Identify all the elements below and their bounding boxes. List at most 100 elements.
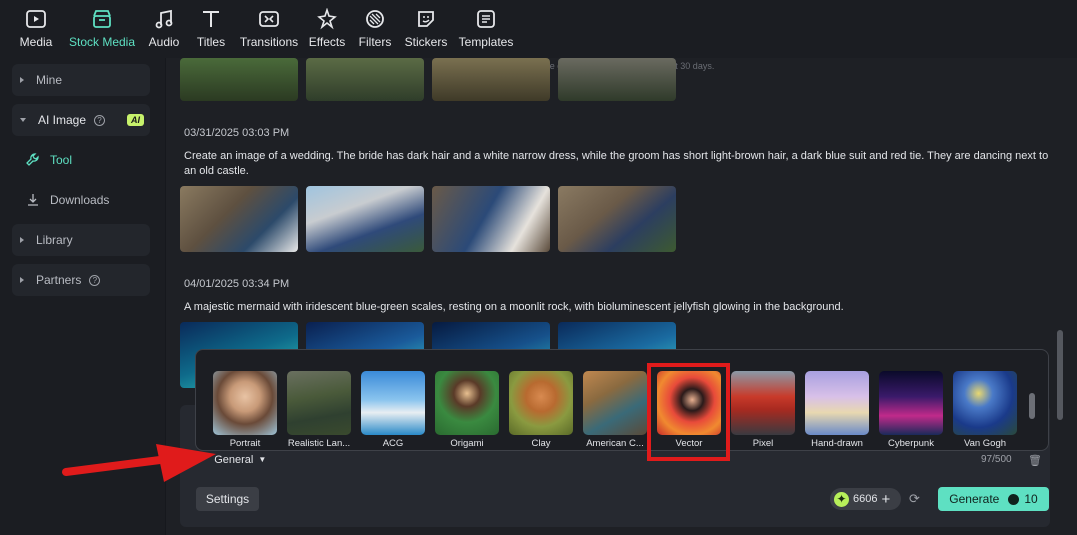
media-icon [26,10,46,28]
credit-coin-icon: ✦ [834,491,849,507]
sidebar-item-mine[interactable]: Mine [12,64,150,96]
toolbar-stickers-label: Stickers [404,35,448,49]
result-thumbnail[interactable] [558,186,676,252]
record-date: 04/01/2025 03:34 PM [184,278,290,290]
style-thumbnail [583,371,647,435]
style-thumbnail [435,371,499,435]
generate-button[interactable]: Generate 10 [938,487,1049,511]
filters-icon [366,10,384,28]
style-thumbnail [213,371,277,435]
credit-icon [1008,493,1020,505]
style-card-van-gogh[interactable]: Van Gogh [953,371,1017,449]
sidebar-item-label: Partners [36,273,82,287]
sidebar-item-ai-image[interactable]: AI Image ? AI [12,104,150,136]
sidebar-item-label: Library [36,233,73,247]
help-icon[interactable]: ? [94,114,106,126]
plus-icon: + [881,490,891,508]
sidebar-item-label: AI Image [38,113,87,127]
style-label: Hand-drawn [811,438,863,449]
templates-icon [477,10,495,28]
sidebar-item-label: Mine [36,73,63,87]
sidebar-item-partners[interactable]: Partners ? [12,264,150,296]
wrench-icon [26,153,39,166]
trash-icon[interactable]: 🗑 [1028,454,1042,467]
style-card-hand-drawn[interactable]: Hand-drawn [805,371,869,449]
toolbar-titles-label: Titles [196,35,226,49]
toolbar-audio-label: Audio [148,35,180,49]
refresh-icon[interactable]: ⟳ [909,491,920,507]
result-thumbnail[interactable] [306,58,424,101]
credits-pill[interactable]: ✦ 6606 + [830,488,901,510]
download-icon [28,194,38,206]
settings-button[interactable]: Settings [196,487,259,511]
record-prompt[interactable]: Create an image of a wedding. The bride … [184,149,1054,179]
chevron-down-icon: ▼ [258,455,267,464]
style-label: Clay [531,438,551,449]
toolbar-transitions[interactable]: Transitions [240,0,298,49]
toolbar-effects-label: Effects [308,35,346,49]
toolbar-effects[interactable]: Effects [308,0,346,49]
transitions-icon [259,11,279,27]
style-label: Van Gogh [963,438,1007,449]
style-thumbnail [879,371,943,435]
toolbar-stock-media[interactable]: Stock Media [68,0,136,49]
text-t-icon [203,11,219,27]
effects-sparkle-icon [317,8,337,30]
sidebar-item-label: Tool [50,153,73,167]
generate-label: Generate [949,492,1000,506]
record-prompt[interactable]: A majestic mermaid with iridescent blue-… [184,300,1054,315]
style-label: ACG [382,438,404,449]
style-label: Cyberpunk [888,438,934,449]
selection-highlight-box [647,363,730,461]
toolbar-templates[interactable]: Templates [458,0,514,49]
style-card-acg[interactable]: ACG [361,371,425,449]
result-thumbnail[interactable] [432,58,550,101]
toolbar-stickers[interactable]: Stickers [404,0,448,49]
chevron-right-icon [20,237,24,243]
style-thumbnail [361,371,425,435]
style-card-clay[interactable]: Clay [509,371,573,449]
chevron-right-icon [20,277,24,283]
toolbar-filters-label: Filters [358,35,392,49]
top-toolbar: Media Stock Media Audio Titles Transitio… [0,0,1077,58]
red-arrow-annotation [62,444,216,482]
stock-media-icon [93,10,111,28]
result-thumbnail[interactable] [432,186,550,252]
toolbar-audio[interactable]: Audio [146,0,182,49]
generate-cost: 10 [1024,492,1038,506]
credits-value: 6606 [853,493,878,505]
style-thumbnail [953,371,1017,435]
style-thumbnail [731,371,795,435]
style-label: Origami [450,438,484,449]
style-card-realistic-landscape[interactable]: Realistic Lan... [287,371,351,449]
toolbar-stock-media-label: Stock Media [68,35,136,49]
sidebar-item-downloads[interactable]: Downloads [26,193,109,207]
sidebar-item-label: Downloads [50,193,110,207]
style-popup-scrollbar[interactable] [1029,393,1035,419]
history-scrollbar[interactable] [1057,330,1063,420]
ai-badge: AI [127,114,145,126]
help-icon[interactable]: ? [89,274,101,286]
style-thumbnail [287,371,351,435]
style-card-origami[interactable]: Origami [435,371,499,449]
chevron-down-icon [20,118,26,122]
history-panel: You can browse the generated records for… [166,58,1077,535]
record-date: 03/31/2025 03:03 PM [184,127,290,139]
style-thumbnail [509,371,573,435]
style-card-pixel[interactable]: Pixel [731,371,795,449]
result-thumbnail[interactable] [180,186,298,252]
result-thumbnail[interactable] [558,58,676,101]
toolbar-media[interactable]: Media [14,0,58,49]
style-card-american-comic[interactable]: American C... [583,371,647,449]
style-picker-popup: Portrait Realistic Lan... ACG Origami Cl… [195,349,1049,451]
char-counter: 97/500 [981,454,1012,465]
sidebar-item-tool[interactable]: Tool [26,153,72,167]
sidebar-item-library[interactable]: Library [12,224,150,256]
chevron-right-icon [20,77,24,83]
result-thumbnail[interactable] [180,58,298,101]
toolbar-filters[interactable]: Filters [356,0,394,49]
style-card-cyberpunk[interactable]: Cyberpunk [879,371,943,449]
music-note-icon [155,9,173,29]
result-thumbnail[interactable] [306,186,424,252]
toolbar-titles[interactable]: Titles [192,0,230,49]
